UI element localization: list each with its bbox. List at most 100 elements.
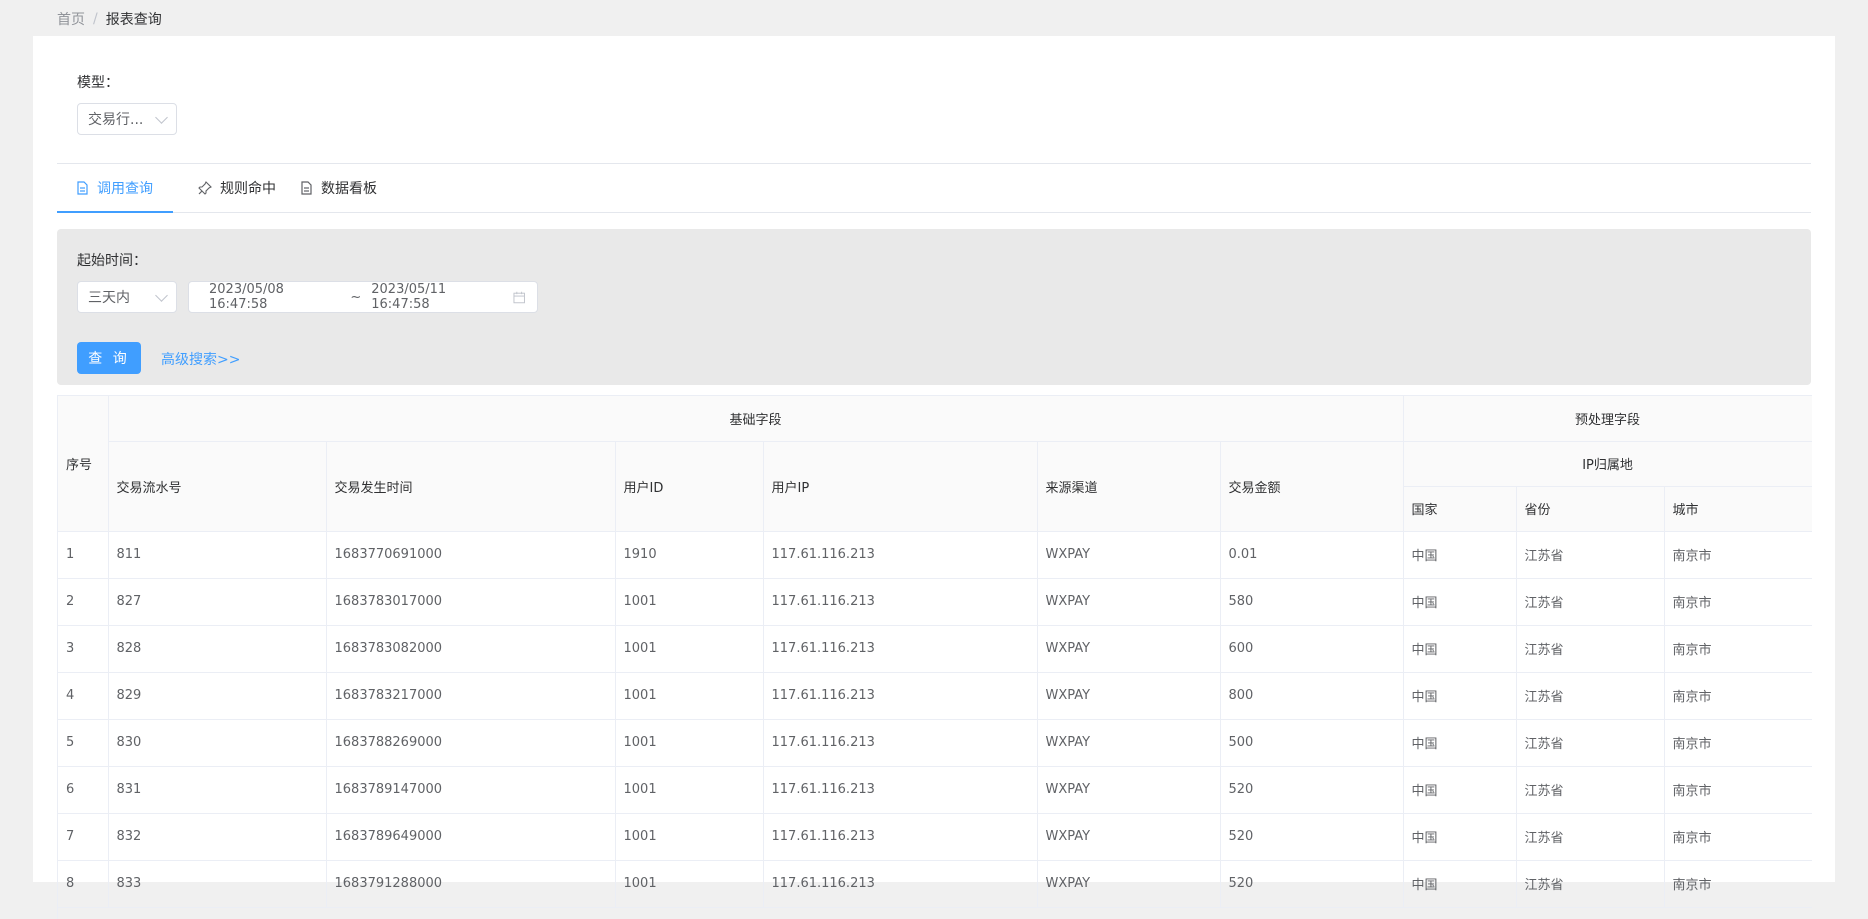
- model-label: 模型：: [77, 75, 119, 91]
- document-icon: [301, 181, 312, 195]
- table-cell: 中国: [1403, 860, 1517, 908]
- breadcrumb-separator: /: [93, 11, 98, 27]
- tab-rule-hit[interactable]: 规则命中: [198, 164, 276, 212]
- col-index-header: 序号: [58, 396, 109, 532]
- table-cell: 800: [1220, 672, 1404, 720]
- search-button[interactable]: 查 询: [77, 342, 141, 374]
- table-cell: 江苏省: [1516, 813, 1665, 861]
- table-cell: WXPAY: [1037, 625, 1221, 673]
- table-cell: 2: [58, 578, 109, 626]
- model-select-value: 交易行...: [88, 112, 144, 128]
- table-cell: 832: [108, 813, 327, 861]
- table-row: 5 830 1683788269000 1001 117.61.116.213 WXPAY…: [58, 719, 1812, 767]
- table-cell: 117.61.116.213: [763, 625, 1038, 673]
- document-icon: [77, 181, 88, 195]
- table-cell: 南京市: [1664, 531, 1812, 579]
- table-cell: 1683788269000: [326, 719, 616, 767]
- model-select[interactable]: 交易行...: [77, 103, 177, 135]
- table-cell: 580: [1220, 578, 1404, 626]
- table-cell: 1683791288000: [326, 860, 616, 908]
- date-separator: ~: [350, 289, 362, 305]
- table-cell: WXPAY: [1037, 531, 1221, 579]
- time-range-select[interactable]: 三天内: [77, 281, 177, 313]
- table-cell: 6: [58, 766, 109, 814]
- table-cell: 1001: [615, 672, 764, 720]
- table-cell: 中国: [1403, 625, 1517, 673]
- table-cell: 117.61.116.213: [763, 719, 1038, 767]
- col-province-header: 省份: [1516, 486, 1665, 532]
- table-cell: 1910: [615, 531, 764, 579]
- tab-bar: 调用查询 规则命中 数据看板: [57, 164, 1811, 213]
- table-cell: 中国: [1403, 766, 1517, 814]
- table-cell: 1683770691000: [326, 531, 616, 579]
- table-cell: 1683783082000: [326, 625, 616, 673]
- table-cell: 1001: [615, 860, 764, 908]
- advanced-search-link[interactable]: 高级搜索>>: [161, 349, 240, 369]
- table-cell: 中国: [1403, 672, 1517, 720]
- table-cell: 833: [108, 860, 327, 908]
- table-cell: 520: [1220, 813, 1404, 861]
- table-cell: 117.61.116.213: [763, 813, 1038, 861]
- group-ip-header: IP归属地: [1403, 441, 1812, 487]
- table-row: 2 827 1683783017000 1001 117.61.116.213 WXPAY…: [58, 578, 1812, 626]
- table-cell: 南京市: [1664, 719, 1812, 767]
- table-row: 6 831 1683789147000 1001 117.61.116.213 WXPAY…: [58, 766, 1812, 814]
- breadcrumb-current: 报表查询: [105, 12, 162, 28]
- table-cell: 中国: [1403, 813, 1517, 861]
- table-cell: 江苏省: [1516, 531, 1665, 579]
- query-form: 起始时间： 三天内 2023/05/08 16:47:58 ~ 2023/05/…: [57, 229, 1811, 385]
- col-channel-header: 来源渠道: [1037, 441, 1221, 532]
- table-cell: 中国: [1403, 531, 1517, 579]
- table-cell: 江苏省: [1516, 860, 1665, 908]
- table-cell: WXPAY: [1037, 672, 1221, 720]
- table-cell: 117.61.116.213: [763, 578, 1038, 626]
- col-amount-header: 交易金额: [1220, 441, 1404, 532]
- chevron-down-icon: [155, 110, 168, 124]
- table-cell: WXPAY: [1037, 860, 1221, 908]
- breadcrumb-home[interactable]: 首页: [57, 9, 85, 29]
- table-row: 1 811 1683770691000 1910 117.61.116.213 WXPAY…: [58, 531, 1812, 579]
- table-cell: 江苏省: [1516, 625, 1665, 673]
- start-time-label: 起始时间：: [77, 253, 147, 269]
- date-range-picker[interactable]: 2023/05/08 16:47:58 ~ 2023/05/11 16:47:5…: [188, 281, 538, 313]
- col-serial-header: 交易流水号: [108, 441, 327, 532]
- table-cell: 827: [108, 578, 327, 626]
- table-cell: 南京市: [1664, 625, 1812, 673]
- table-cell: 8: [58, 860, 109, 908]
- table-cell: 520: [1220, 860, 1404, 908]
- table-cell: 中国: [1403, 719, 1517, 767]
- group-basic-header: 基础字段: [108, 396, 1404, 442]
- date-start[interactable]: 2023/05/08 16:47:58: [209, 282, 340, 312]
- table-cell: 1001: [615, 813, 764, 861]
- table-cell: 3: [58, 625, 109, 673]
- tab-active-indicator: [57, 211, 173, 213]
- col-city-header: 城市: [1664, 486, 1812, 532]
- table-cell: 830: [108, 719, 327, 767]
- table-cell: 南京市: [1664, 813, 1812, 861]
- col-time-header: 交易发生时间: [326, 441, 616, 532]
- tab-label: 数据看板: [321, 181, 377, 197]
- table-cell: 中国: [1403, 578, 1517, 626]
- table-cell: WXPAY: [1037, 813, 1221, 861]
- pin-icon: [198, 181, 212, 195]
- table-cell: 7: [58, 813, 109, 861]
- table-cell: 江苏省: [1516, 719, 1665, 767]
- table-cell: 117.61.116.213: [763, 766, 1038, 814]
- main-panel: 模型： 交易行... 调用查询 规则命中 数据看板 起始时间： 三天内 2023…: [33, 36, 1835, 919]
- table-cell: 南京市: [1664, 578, 1812, 626]
- table-cell: 520: [1220, 766, 1404, 814]
- table-cell: 1683783217000: [326, 672, 616, 720]
- col-uip-header: 用户IP: [763, 441, 1038, 532]
- table-cell: 117.61.116.213: [763, 672, 1038, 720]
- table-cell: 江苏省: [1516, 766, 1665, 814]
- tab-dashboard[interactable]: 数据看板: [299, 164, 377, 212]
- tab-call-query[interactable]: 调用查询: [57, 164, 173, 213]
- calendar-icon: [513, 291, 525, 303]
- date-end[interactable]: 2023/05/11 16:47:58: [371, 282, 502, 312]
- table-cell: 1001: [615, 625, 764, 673]
- table-cell: WXPAY: [1037, 578, 1221, 626]
- table-cell: 829: [108, 672, 327, 720]
- report-table: 序号 基础字段 预处理字段 交易流水号 交易发生时间 用户ID 用户IP 来源渠…: [57, 395, 1812, 919]
- table-cell: 1: [58, 531, 109, 579]
- table-cell: 5: [58, 719, 109, 767]
